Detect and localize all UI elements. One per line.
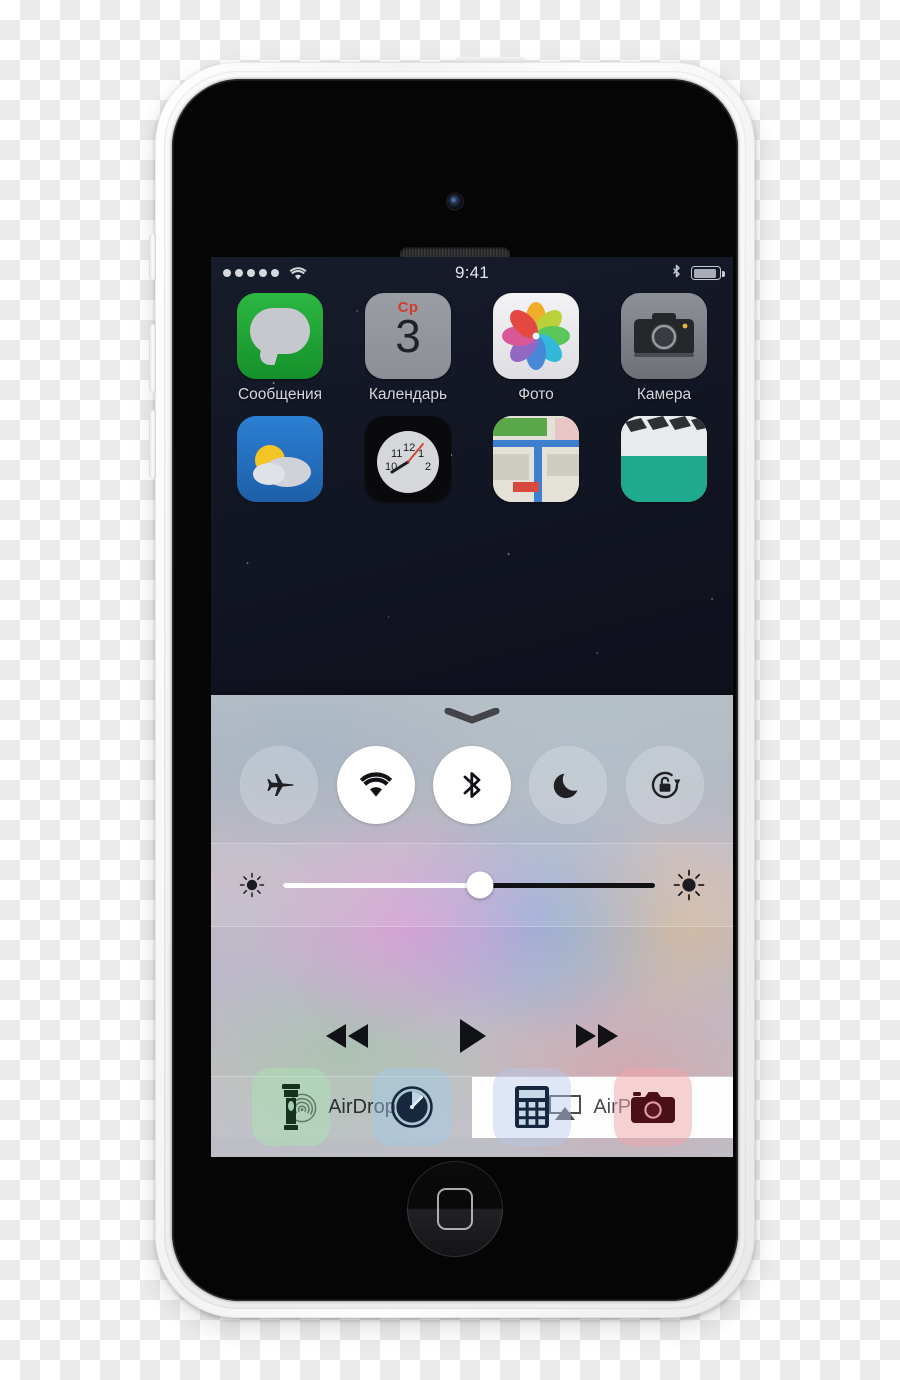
rotation-lock-toggle[interactable] bbox=[625, 746, 704, 824]
flashlight-icon bbox=[282, 1084, 301, 1130]
power-button[interactable] bbox=[455, 57, 525, 63]
rotation-lock-icon bbox=[651, 771, 681, 799]
wifi-icon bbox=[289, 266, 307, 280]
control-center-panel: AirDrop AirPlay bbox=[211, 695, 733, 1157]
app-label: Камера bbox=[636, 386, 692, 403]
airplane-mode-toggle[interactable] bbox=[240, 746, 319, 824]
maps-icon bbox=[493, 416, 579, 502]
moon-icon bbox=[554, 773, 578, 799]
device-bezel: 9:41 Сообщения Ср 3 Календарь Фото Камер… bbox=[172, 79, 738, 1301]
wifi-icon bbox=[359, 772, 392, 797]
app-messages[interactable]: Сообщения bbox=[225, 293, 335, 404]
rewind-icon bbox=[326, 1024, 369, 1048]
app-calendar[interactable]: Ср 3 Календарь bbox=[353, 293, 463, 404]
weather-icon bbox=[237, 416, 323, 502]
brightness-slider[interactable] bbox=[283, 871, 655, 899]
calendar-icon: Ср 3 bbox=[365, 293, 451, 379]
battery-icon bbox=[691, 266, 725, 280]
home-button-square bbox=[437, 1188, 473, 1230]
svg-text:2: 2 bbox=[425, 461, 431, 473]
svg-text:12: 12 bbox=[403, 442, 415, 454]
airplane-icon bbox=[267, 774, 294, 796]
iphone-device: 9:41 Сообщения Ср 3 Календарь Фото Камер… bbox=[149, 57, 755, 1318]
svg-text:11: 11 bbox=[391, 448, 402, 460]
app-label: Календарь bbox=[368, 386, 448, 403]
camera-icon bbox=[630, 1092, 675, 1123]
timer-button[interactable] bbox=[372, 1068, 451, 1146]
shortcuts-row bbox=[211, 1068, 733, 1157]
timer-icon bbox=[390, 1086, 433, 1128]
quick-toggles-row bbox=[211, 737, 733, 833]
app-maps[interactable] bbox=[481, 416, 591, 509]
do-not-disturb-toggle[interactable] bbox=[529, 746, 608, 824]
app-weather[interactable] bbox=[225, 416, 335, 509]
clock-icon: 11 12 1 2 10 bbox=[365, 416, 451, 502]
app-clock[interactable]: 11 12 1 2 10 bbox=[353, 416, 463, 509]
phone-screen: 9:41 Сообщения Ср 3 Календарь Фото Камер… bbox=[211, 257, 733, 1157]
front-camera bbox=[447, 194, 463, 209]
app-row-1: Сообщения Ср 3 Календарь Фото Камера bbox=[225, 293, 719, 404]
app-label: Сообщения bbox=[237, 386, 323, 403]
app-videos[interactable] bbox=[609, 416, 719, 509]
app-icon-grid: Сообщения Ср 3 Календарь Фото Камера 11 … bbox=[211, 293, 733, 509]
camera-button[interactable] bbox=[613, 1068, 692, 1146]
camera-icon bbox=[621, 293, 707, 379]
brightness-high-icon bbox=[673, 869, 705, 901]
videos-icon bbox=[621, 416, 707, 502]
play-icon bbox=[459, 1019, 486, 1053]
app-camera[interactable]: Камера bbox=[609, 293, 719, 404]
flashlight-button[interactable] bbox=[252, 1068, 331, 1146]
home-button[interactable] bbox=[407, 1161, 503, 1257]
brightness-low-icon bbox=[239, 872, 265, 898]
app-label: Фото bbox=[518, 386, 554, 403]
app-photos[interactable]: Фото bbox=[481, 293, 591, 404]
fast-forward-icon bbox=[575, 1024, 618, 1048]
calculator-icon bbox=[515, 1086, 550, 1128]
calendar-day-number: 3 bbox=[395, 310, 421, 362]
bluetooth-icon bbox=[463, 772, 481, 798]
status-bar: 9:41 bbox=[211, 257, 733, 289]
mute-switch[interactable] bbox=[149, 234, 156, 280]
volume-up-button[interactable] bbox=[149, 324, 156, 392]
photos-icon bbox=[493, 293, 579, 379]
status-right-group bbox=[671, 264, 725, 282]
app-row-2: 11 12 1 2 10 bbox=[225, 416, 719, 509]
calculator-button[interactable] bbox=[493, 1068, 572, 1146]
bluetooth-icon bbox=[673, 264, 680, 278]
messages-icon bbox=[237, 293, 323, 379]
brightness-slider-row bbox=[211, 843, 733, 927]
bluetooth-toggle[interactable] bbox=[432, 746, 511, 824]
volume-down-button[interactable] bbox=[149, 410, 156, 478]
chevron-down-grabber[interactable] bbox=[443, 708, 501, 724]
wifi-toggle[interactable] bbox=[336, 746, 415, 824]
signal-strength-icon bbox=[223, 269, 279, 277]
